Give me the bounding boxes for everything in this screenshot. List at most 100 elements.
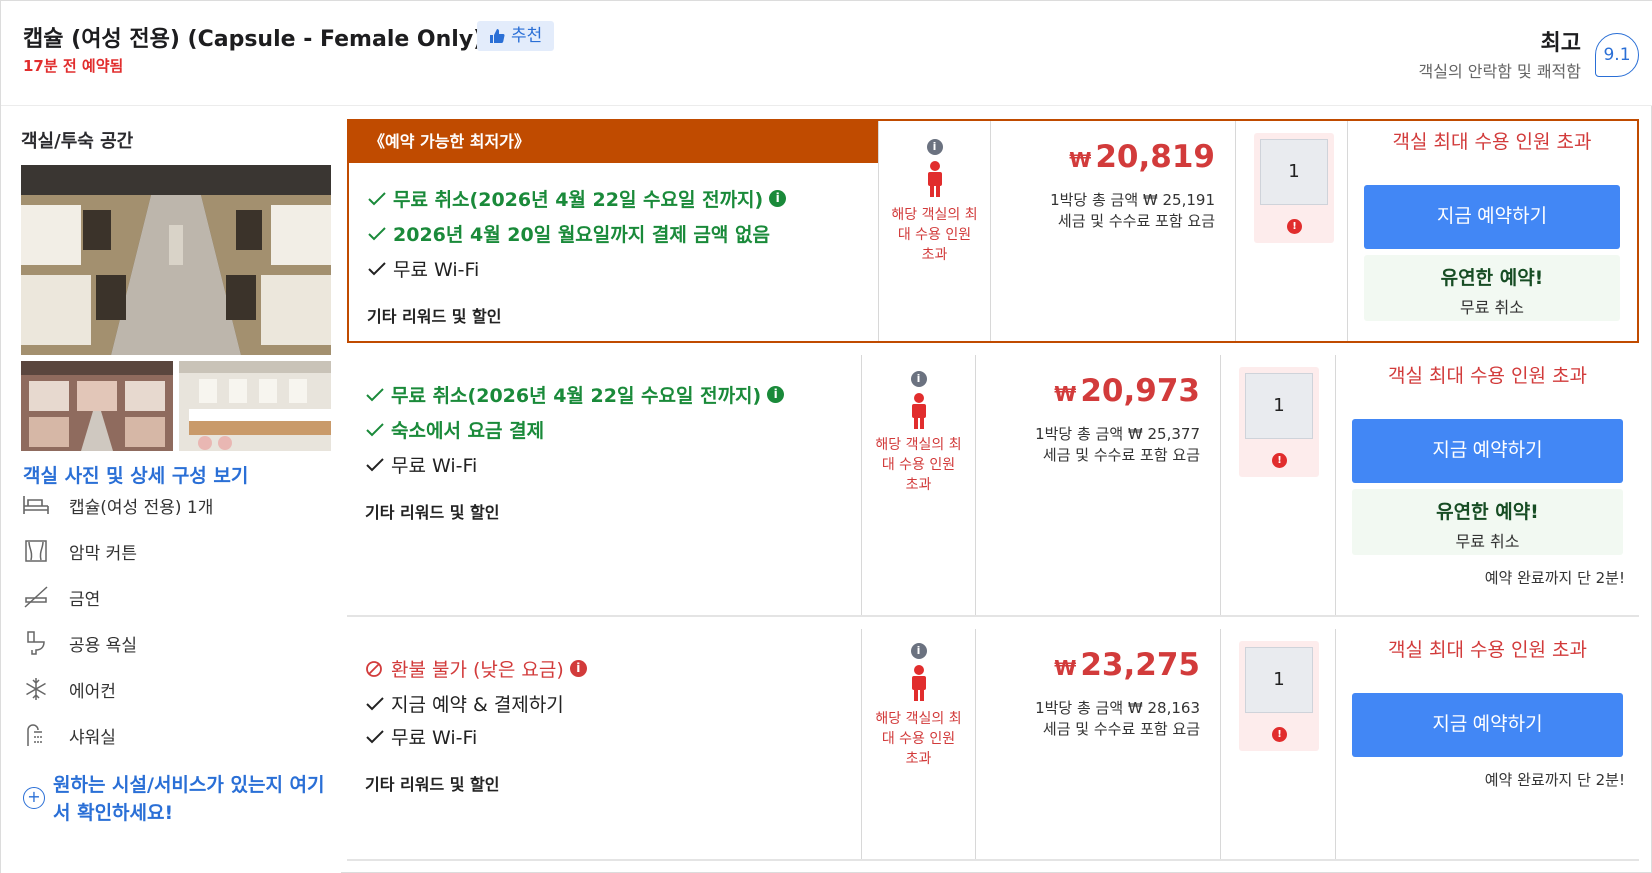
snowflake-icon xyxy=(21,674,51,704)
amenity-search-cta[interactable]: + 원하는 시설/서비스가 있는지 여기서 확인하세요! xyxy=(23,771,333,827)
price-cell: ₩20,819 1박당 총 금액 ₩ 25,191 세금 및 수수료 포함 요금 xyxy=(991,121,1236,341)
other-rewards[interactable]: 기타 리워드 및 할인 xyxy=(365,771,499,795)
best-price-tag: 《예약 가능한 최저가》 xyxy=(349,121,878,163)
person-icon xyxy=(927,161,942,197)
price-total: 1박당 총 금액 ₩ 25,377 xyxy=(1035,425,1200,443)
check-icon xyxy=(366,729,384,743)
no-smoking-icon xyxy=(21,582,51,612)
room-info-column: 객실/투숙 공간 객실 사진 및 상세 구성 보기 캡슐(여성 전용) 1개 암… xyxy=(1,107,341,873)
info-icon[interactable]: i xyxy=(910,643,927,659)
flexible-subtitle: 무료 취소 xyxy=(1460,298,1524,317)
benefit-item: 숙소에서 요금 결제 xyxy=(365,416,544,443)
price: ₩20,819 xyxy=(1069,139,1215,175)
benefit-item: 무료 취소(2026년 4월 22일 수요일 전까지) i xyxy=(367,185,787,212)
check-icon xyxy=(368,191,386,205)
recommend-badge[interactable]: 추천 xyxy=(477,21,555,51)
info-icon[interactable]: i xyxy=(569,660,587,677)
quantity-cell: 1 ! xyxy=(1236,121,1348,341)
other-rewards[interactable]: 기타 리워드 및 할인 xyxy=(365,499,499,523)
room-card: 캡슐 (여성 전용) (Capsule - Female Only) 추천 17… xyxy=(0,0,1652,873)
no-refund-icon xyxy=(366,660,382,677)
benefit-item: 무료 Wi-Fi xyxy=(367,255,479,282)
room-photo-thumb-2[interactable] xyxy=(179,361,331,451)
flexible-title: 유연한 예약! xyxy=(1436,501,1539,523)
occupancy-cell: i 해당 객실의 최대 수용 인원 초과 xyxy=(862,355,976,615)
rate-option-row: 무료 취소(2026년 4월 22일 수요일 전까지) i 숙소에서 요금 결제 … xyxy=(347,355,1639,617)
occupancy-cell: i 해당 객실의 최대 수용 인원 초과 xyxy=(879,121,991,341)
room-header: 캡슐 (여성 전용) (Capsule - Female Only) 추천 17… xyxy=(1,1,1652,106)
error-icon: ! xyxy=(1272,727,1287,742)
quantity-cell: 1 ! xyxy=(1221,355,1336,615)
capacity-exceeded: 객실 최대 수용 인원 초과 xyxy=(1388,639,1587,661)
price-total: 1박당 총 금액 ₩ 25,191 xyxy=(1050,191,1215,209)
book-now-button[interactable]: 지금 예약하기 xyxy=(1352,693,1623,757)
amenity-item: 암막 커튼 xyxy=(21,533,137,569)
room-title: 캡슐 (여성 전용) (Capsule - Female Only) xyxy=(23,27,484,52)
book-now-button[interactable]: 지금 예약하기 xyxy=(1364,185,1620,249)
amenity-item: 캡슐(여성 전용) 1개 xyxy=(21,487,213,523)
benefit-item: 무료 취소(2026년 4월 22일 수요일 전까지) i xyxy=(365,381,785,408)
room-photo-thumb-1[interactable] xyxy=(21,361,173,451)
occupancy-cell: i 해당 객실의 최대 수용 인원 초과 xyxy=(862,629,976,859)
benefit-item: 무료 Wi-Fi xyxy=(365,723,477,750)
check-icon xyxy=(366,696,384,710)
flexible-booking-box: 유연한 예약! 무료 취소 xyxy=(1352,489,1623,555)
info-icon[interactable]: i xyxy=(910,371,927,387)
error-icon: ! xyxy=(1272,453,1287,468)
check-icon xyxy=(368,226,386,240)
benefit-item: 지금 예약 & 결제하기 xyxy=(365,690,564,717)
benefit-item: 2026년 4월 20일 월요일까지 결제 금액 없음 xyxy=(367,220,770,247)
price: ₩23,275 xyxy=(1054,647,1200,683)
other-rewards[interactable]: 기타 리워드 및 할인 xyxy=(367,303,501,327)
quantity-cell: 1 ! xyxy=(1221,629,1336,859)
currency-symbol: ₩ xyxy=(1054,656,1077,680)
info-icon[interactable]: i xyxy=(767,386,785,403)
plus-circle-icon: + xyxy=(23,787,45,809)
booking-cell: 객실 최대 수용 인원 초과 지금 예약하기 유연한 예약! 무료 취소 xyxy=(1348,121,1636,341)
room-photos-link[interactable]: 객실 사진 및 상세 구성 보기 xyxy=(23,461,248,488)
flexible-booking-box: 유연한 예약! 무료 취소 xyxy=(1364,255,1620,321)
occupancy-warning: 해당 객실의 최대 수용 인원 초과 xyxy=(875,437,962,493)
quantity-select[interactable]: 1 xyxy=(1260,139,1328,205)
quantity-select[interactable]: 1 xyxy=(1245,373,1313,439)
book-now-button[interactable]: 지금 예약하기 xyxy=(1352,419,1623,483)
rate-option-row: 《예약 가능한 최저가》 무료 취소(2026년 4월 22일 수요일 전까지)… xyxy=(347,119,1639,343)
quantity-select[interactable]: 1 xyxy=(1245,647,1313,713)
rating-subtitle: 객실의 안락함 및 쾌적함 xyxy=(1418,62,1581,81)
curtain-icon xyxy=(21,536,51,566)
occupancy-warning: 해당 객실의 최대 수용 인원 초과 xyxy=(875,711,962,767)
amenity-item: 금연 xyxy=(21,579,100,615)
rate-benefits: 《예약 가능한 최저가》 무료 취소(2026년 4월 22일 수요일 전까지)… xyxy=(349,121,879,341)
error-icon: ! xyxy=(1287,219,1302,234)
booking-cell: 객실 최대 수용 인원 초과 지금 예약하기 예약 완료까지 단 2분! xyxy=(1336,629,1639,859)
toilet-icon xyxy=(21,628,51,658)
rate-option-row: 환불 불가 (낮은 요금) i 지금 예약 & 결제하기 무료 Wi-Fi 기타 … xyxy=(347,629,1639,861)
person-icon xyxy=(911,665,926,701)
price: ₩20,973 xyxy=(1054,373,1200,409)
info-icon[interactable]: i xyxy=(769,190,787,207)
quantity-select-wrapper: 1 ! xyxy=(1239,367,1319,477)
check-icon xyxy=(366,422,384,436)
urgency-note: 예약 완료까지 단 2분! xyxy=(1484,771,1625,789)
info-icon[interactable]: i xyxy=(926,139,943,155)
quantity-select-wrapper: 1 ! xyxy=(1254,133,1334,243)
rating-word: 최고 xyxy=(1540,31,1581,56)
check-icon xyxy=(366,457,384,471)
person-icon xyxy=(911,393,926,429)
currency-symbol: ₩ xyxy=(1069,148,1092,172)
price-tax-note: 세금 및 수수료 포함 요금 xyxy=(1042,720,1200,738)
booked-ago: 17분 전 예약됨 xyxy=(23,57,124,75)
room-photo-main[interactable] xyxy=(21,165,331,355)
amenity-item: 에어컨 xyxy=(21,671,116,707)
price-cell: ₩23,275 1박당 총 금액 ₩ 28,163 세금 및 수수료 포함 요금 xyxy=(976,629,1221,859)
price-total: 1박당 총 금액 ₩ 28,163 xyxy=(1035,699,1200,717)
rate-benefits: 환불 불가 (낮은 요금) i 지금 예약 & 결제하기 무료 Wi-Fi 기타 … xyxy=(347,629,862,859)
benefit-item: 환불 불가 (낮은 요금) i xyxy=(365,655,587,682)
currency-symbol: ₩ xyxy=(1054,382,1077,406)
rate-benefits: 무료 취소(2026년 4월 22일 수요일 전까지) i 숙소에서 요금 결제 … xyxy=(347,355,862,615)
occupancy-warning: 해당 객실의 최대 수용 인원 초과 xyxy=(891,207,978,263)
price-cell: ₩20,973 1박당 총 금액 ₩ 25,377 세금 및 수수료 포함 요금 xyxy=(976,355,1221,615)
shower-icon xyxy=(21,720,51,750)
bed-icon xyxy=(21,490,51,520)
amenity-item: 샤워실 xyxy=(21,717,116,753)
